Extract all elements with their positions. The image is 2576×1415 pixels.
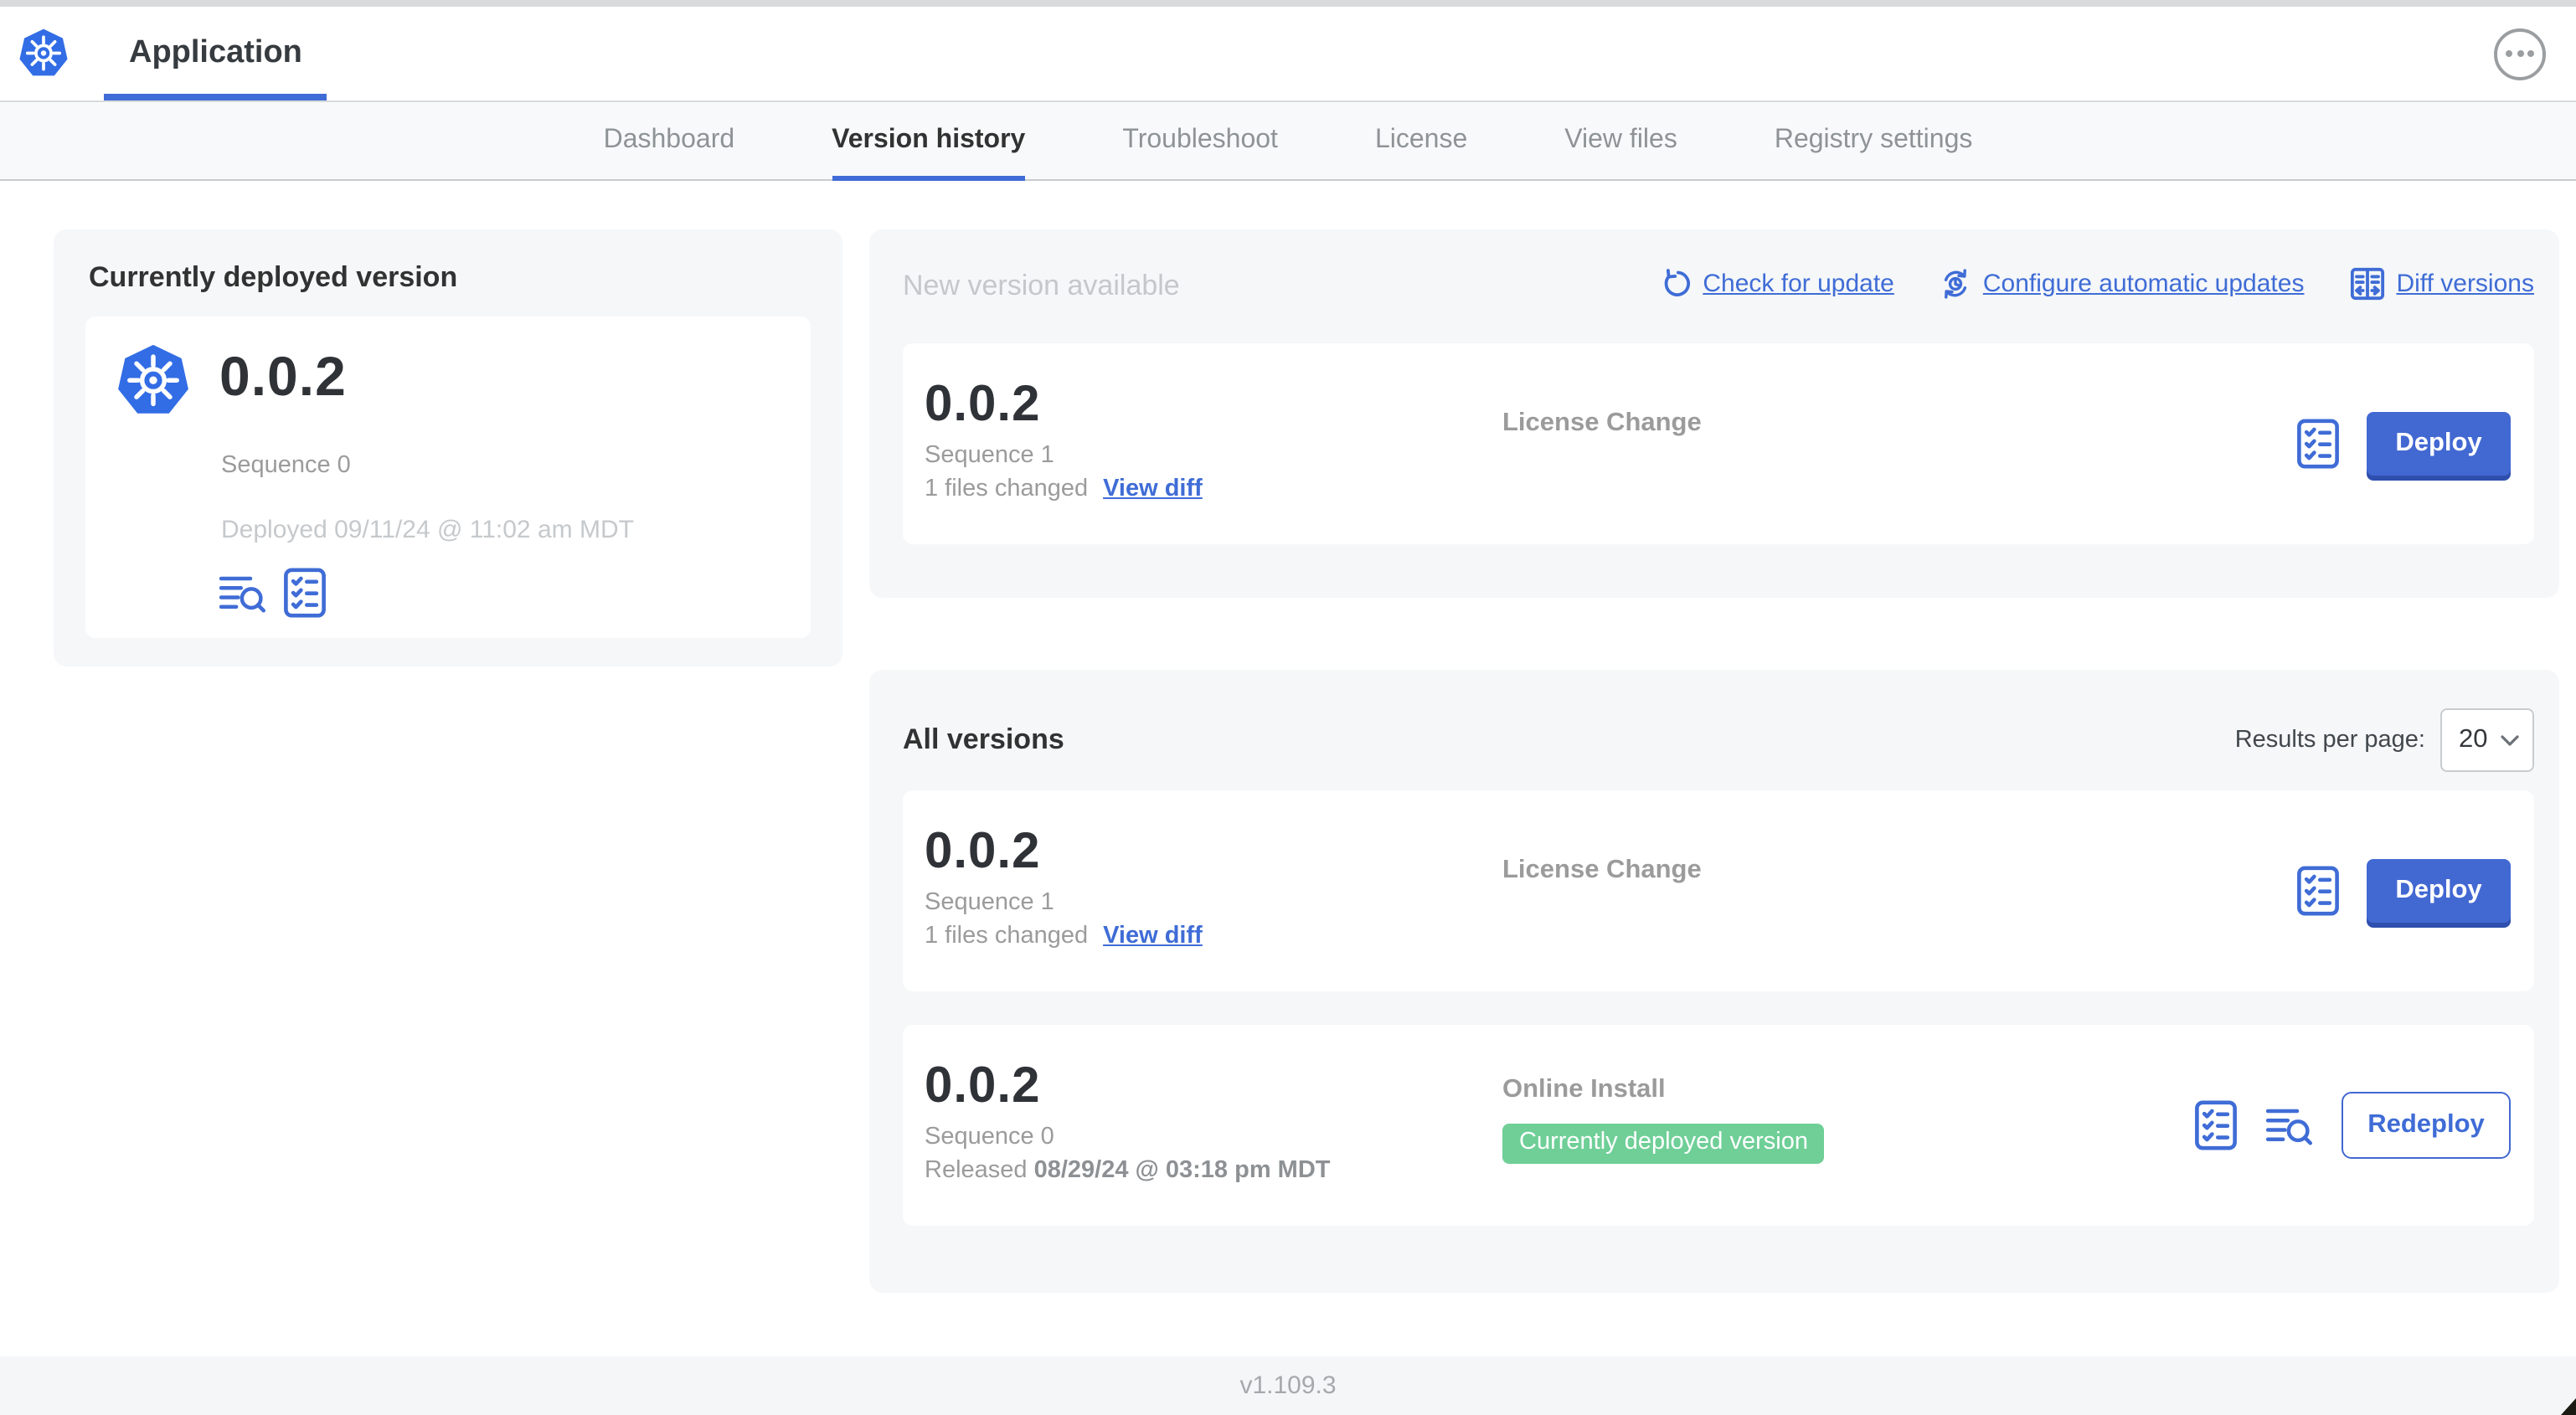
- redeploy-button[interactable]: Redeploy: [2342, 1092, 2511, 1159]
- preflight-checks-icon[interactable]: [2296, 419, 2340, 469]
- currently-deployed-title: Currently deployed version: [89, 261, 458, 293]
- deployed-version-number: 0.0.2: [219, 345, 347, 407]
- deploy-button[interactable]: Deploy: [2367, 412, 2511, 476]
- diff-icon: [2350, 267, 2384, 301]
- results-per-page-label: Results per page:: [2234, 727, 2425, 754]
- tab-version-history[interactable]: Version history: [832, 102, 1025, 181]
- kubernetes-app-icon: [118, 344, 188, 414]
- new-version-title: New version available: [903, 270, 1180, 301]
- version-sequence: Sequence 1: [925, 442, 1054, 469]
- preflight-checks-icon[interactable]: [2194, 1100, 2238, 1150]
- chevron-down-icon: [2501, 734, 2519, 745]
- tab-license[interactable]: License: [1375, 102, 1467, 179]
- tab-troubleshoot[interactable]: Troubleshoot: [1122, 102, 1278, 179]
- version-sequence: Sequence 1: [925, 889, 1054, 916]
- view-logs-icon[interactable]: [218, 570, 268, 615]
- deploy-button[interactable]: Deploy: [2367, 859, 2511, 923]
- tab-registry-settings[interactable]: Registry settings: [1775, 102, 1973, 179]
- kubernetes-logo-icon: [19, 28, 68, 76]
- version-row: 0.0.2 Sequence 1 1 files changed View di…: [903, 790, 2534, 991]
- right-column: New version available Check for update C…: [869, 229, 2559, 1293]
- view-diff-link[interactable]: View diff: [1103, 923, 1203, 949]
- app-header: Application: [0, 7, 2576, 102]
- currently-deployed-card: 0.0.2 Sequence 0 Deployed 09/11/24 @ 11:…: [85, 316, 811, 638]
- tab-view-files[interactable]: View files: [1564, 102, 1677, 179]
- footer: v1.109.3: [0, 1356, 2576, 1415]
- version-row: 0.0.2 Sequence 0 Released 08/29/24 @ 03:…: [903, 1025, 2534, 1226]
- view-diff-link[interactable]: View diff: [1103, 476, 1203, 502]
- main-content: Currently deployed version 0.0.2 Sequenc…: [0, 181, 2576, 1356]
- deployed-sequence: Sequence 0: [221, 452, 351, 479]
- configure-automatic-updates-link[interactable]: Configure automatic updates: [1940, 268, 2304, 300]
- release-notes-label: License Change: [1502, 856, 1702, 884]
- all-versions-panel: All versions Results per page: 20 0.0.2: [869, 670, 2559, 1293]
- view-logs-icon[interactable]: [2264, 1103, 2315, 1148]
- window-top-edge: [0, 0, 2576, 7]
- diff-versions-link[interactable]: Diff versions: [2349, 266, 2534, 301]
- released-timestamp: Released 08/29/24 @ 03:18 pm MDT: [925, 1157, 1331, 1184]
- files-changed-label: 1 files changed: [925, 923, 1089, 949]
- console-version: v1.109.3: [1239, 1371, 1337, 1400]
- results-per-page-select[interactable]: 20: [2440, 708, 2534, 772]
- refresh-icon: [1664, 269, 1690, 296]
- currently-deployed-panel: Currently deployed version 0.0.2 Sequenc…: [54, 229, 842, 666]
- currently-deployed-badge: Currently deployed version: [1502, 1124, 1825, 1163]
- version-number: 0.0.2: [925, 1058, 1041, 1114]
- version-number: 0.0.2: [925, 824, 1041, 879]
- version-sequence: Sequence 0: [925, 1124, 1054, 1150]
- app-tab-application[interactable]: Application: [104, 7, 328, 100]
- more-menu-button[interactable]: [2494, 28, 2546, 80]
- ellipsis-icon: [2506, 50, 2512, 57]
- check-for-update-link[interactable]: Check for update: [1659, 268, 1894, 300]
- app-title: Application: [129, 35, 302, 70]
- install-type-label: Online Install: [1502, 1075, 1666, 1104]
- version-number: 0.0.2: [925, 377, 1041, 432]
- auto-update-clock-icon: [1944, 269, 1966, 299]
- new-version-card: 0.0.2 Sequence 1 1 files changed View di…: [903, 343, 2534, 544]
- mouse-cursor: [2561, 1398, 2576, 1415]
- files-changed-label: 1 files changed: [925, 476, 1089, 502]
- preflight-checks-icon[interactable]: [2296, 866, 2340, 916]
- release-notes-label: License Change: [1502, 409, 1702, 437]
- all-versions-title: All versions: [903, 723, 1064, 755]
- new-version-panel: New version available Check for update C…: [869, 229, 2559, 598]
- version-nav: Dashboard Version history Troubleshoot L…: [0, 102, 2576, 181]
- tab-dashboard[interactable]: Dashboard: [604, 102, 735, 179]
- deployed-timestamp: Deployed 09/11/24 @ 11:02 am MDT: [221, 516, 634, 544]
- preflight-checks-icon[interactable]: [283, 568, 327, 618]
